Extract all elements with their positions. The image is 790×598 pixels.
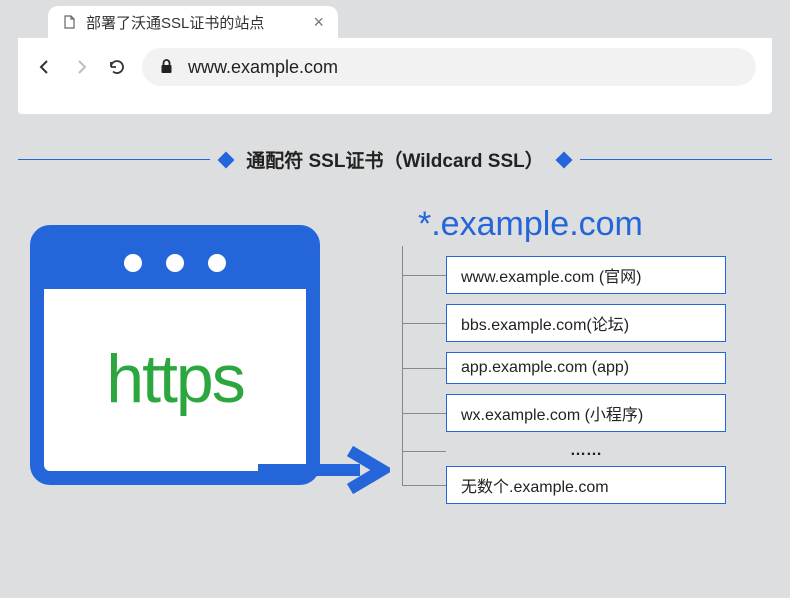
section-title: 通配符 SSL证书（Wildcard SSL） bbox=[242, 146, 548, 173]
window-dot bbox=[208, 254, 226, 272]
subdomain-item: www.example.com (官网) bbox=[446, 256, 726, 294]
window-dot bbox=[124, 254, 142, 272]
section-divider: 通配符 SSL证书（Wildcard SSL） bbox=[18, 146, 772, 173]
arrow-icon bbox=[250, 440, 390, 500]
back-button[interactable] bbox=[34, 56, 56, 78]
divider-line-left bbox=[18, 159, 210, 161]
window-dot bbox=[166, 254, 184, 272]
subdomain-item: app.example.com (app) bbox=[446, 352, 726, 384]
forward-button[interactable] bbox=[70, 56, 92, 78]
divider-line-right bbox=[580, 159, 772, 161]
browser-toolbar: www.example.com bbox=[18, 38, 772, 96]
https-label: https bbox=[106, 340, 243, 418]
window-header bbox=[42, 237, 308, 289]
tree-connector bbox=[402, 485, 446, 486]
subdomain-box: app.example.com (app) bbox=[446, 352, 726, 384]
subdomain-item: 无数个.example.com bbox=[446, 466, 726, 504]
browser-mockup: 部署了沃通SSL证书的站点 × www.example.com bbox=[18, 0, 772, 114]
lock-icon bbox=[160, 59, 174, 75]
tab-strip: 部署了沃通SSL证书的站点 × bbox=[18, 0, 772, 38]
ellipsis-text: …… bbox=[570, 442, 602, 459]
browser-tab[interactable]: 部署了沃通SSL证书的站点 × bbox=[48, 6, 338, 38]
tree-connector bbox=[402, 413, 446, 414]
tree-connector bbox=[402, 451, 446, 452]
url-text: www.example.com bbox=[188, 57, 338, 78]
subdomain-item: wx.example.com (小程序) bbox=[446, 394, 726, 432]
subdomain-box: 无数个.example.com bbox=[446, 466, 726, 504]
subdomain-item: bbs.example.com(论坛) bbox=[446, 304, 726, 342]
tab-title: 部署了沃通SSL证书的站点 bbox=[86, 12, 264, 33]
tree-connector bbox=[402, 275, 446, 276]
reload-button[interactable] bbox=[106, 56, 128, 78]
tree-connector bbox=[402, 323, 446, 324]
ellipsis: …… bbox=[446, 442, 726, 460]
page-icon bbox=[62, 15, 76, 29]
subdomain-box: www.example.com (官网) bbox=[446, 256, 726, 294]
diamond-icon bbox=[555, 151, 572, 168]
wildcard-diagram: https *.example.com www.example.com (官网)… bbox=[0, 197, 790, 504]
wildcard-domain: *.example.com bbox=[418, 205, 726, 244]
tree-connector bbox=[402, 368, 446, 369]
diamond-icon bbox=[218, 151, 235, 168]
tree-vertical-line bbox=[402, 246, 403, 486]
subdomain-box: bbs.example.com(论坛) bbox=[446, 304, 726, 342]
subdomain-tree: *.example.com www.example.com (官网) bbs.e… bbox=[390, 205, 726, 504]
subdomain-box: wx.example.com (小程序) bbox=[446, 394, 726, 432]
close-icon[interactable]: × bbox=[313, 13, 324, 31]
address-bar[interactable]: www.example.com bbox=[142, 48, 756, 86]
tree-items: www.example.com (官网) bbs.example.com(论坛)… bbox=[390, 256, 726, 504]
